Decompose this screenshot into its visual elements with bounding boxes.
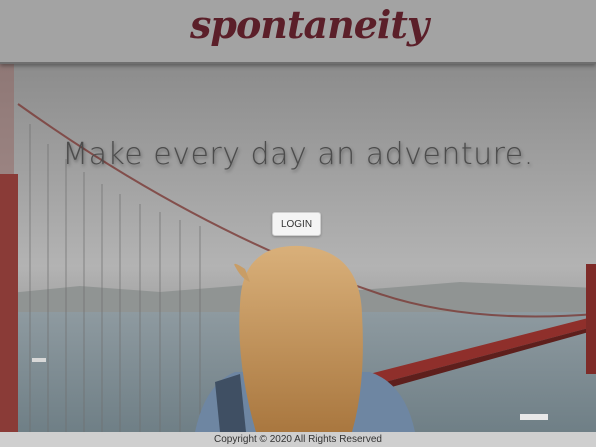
site-header: spontaneity (0, 0, 596, 64)
hero-background-image (0, 64, 596, 432)
copyright-text: Copyright © 2020 All Rights Reserved (213, 434, 382, 445)
brand-logo[interactable]: spontaneity (190, 2, 429, 47)
site-footer: Copyright © 2020 All Rights Reserved (0, 432, 596, 447)
login-button[interactable]: LOGIN (272, 212, 321, 236)
hero-banner (0, 64, 596, 432)
hero-tagline: Make every day an adventure. (62, 137, 534, 172)
